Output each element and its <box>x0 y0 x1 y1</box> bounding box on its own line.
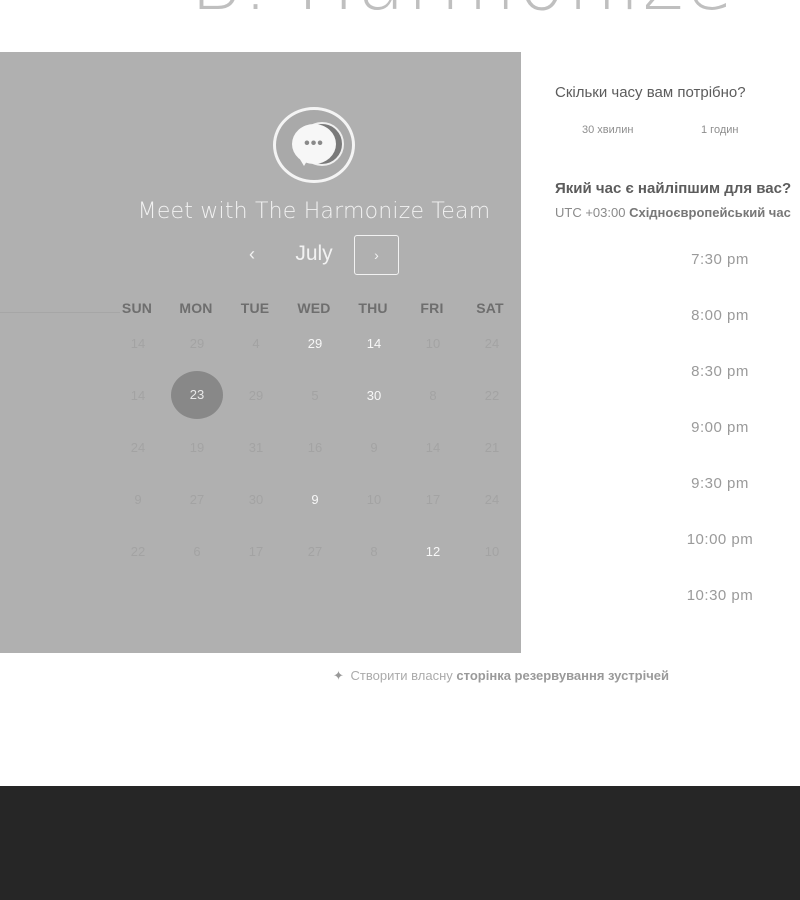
create-booking-page-link[interactable]: ✦ Створити власну сторінка резервування … <box>333 668 669 684</box>
next-month-button[interactable]: › <box>354 235 399 275</box>
day-cell[interactable]: 10 <box>354 488 394 512</box>
time-slot[interactable]: 9:30 pm <box>650 475 790 492</box>
weekday-thu: THU <box>358 300 388 316</box>
day-cell[interactable]: 24 <box>472 332 512 356</box>
day-cell[interactable]: 19 <box>177 436 217 460</box>
day-cell[interactable]: 29 <box>236 384 276 408</box>
day-cell[interactable]: 12 <box>413 540 453 564</box>
time-slot[interactable]: 10:00 pm <box>650 531 790 548</box>
page-footer <box>0 786 800 900</box>
day-cell[interactable]: 9 <box>295 488 335 512</box>
link-prefix: Створити власну <box>350 668 453 683</box>
calendar-title: Meet with The Harmonize Team <box>137 199 491 224</box>
day-cell[interactable]: 30 <box>354 384 394 408</box>
page-banner: B. Harmonize <box>0 0 800 14</box>
day-cell[interactable]: 5 <box>295 384 335 408</box>
time-slot[interactable]: 9:00 pm <box>650 419 790 436</box>
divider <box>0 312 120 313</box>
link-bold: сторінка резервування зустрічей <box>456 668 669 683</box>
timezone-label[interactable]: UTC +03:00 Східноєвропейський час <box>555 205 791 220</box>
day-cell[interactable]: 14 <box>354 332 394 356</box>
weekday-tue: TUE <box>240 300 270 316</box>
day-cell[interactable]: 10 <box>413 332 453 356</box>
leaf-icon: ✦ <box>333 668 344 683</box>
day-cell[interactable]: 22 <box>472 384 512 408</box>
day-cell[interactable]: 4 <box>236 332 276 356</box>
day-cell[interactable]: 27 <box>295 540 335 564</box>
day-cell[interactable]: 31 <box>236 436 276 460</box>
day-cell[interactable]: 17 <box>413 488 453 512</box>
banner-title: B. Harmonize <box>190 0 736 14</box>
day-cell[interactable]: 16 <box>295 436 335 460</box>
time-slot[interactable]: 10:30 pm <box>650 587 790 604</box>
day-cell[interactable]: 14 <box>413 436 453 460</box>
day-cell[interactable]: 22 <box>118 540 158 564</box>
weekday-mon: MON <box>179 300 213 316</box>
day-cell[interactable]: 27 <box>177 488 217 512</box>
day-cell[interactable]: 24 <box>472 488 512 512</box>
day-cell[interactable]: 9 <box>118 488 158 512</box>
day-cell[interactable]: 6 <box>177 540 217 564</box>
month-label: July <box>295 242 333 265</box>
time-slot[interactable]: 8:30 pm <box>650 363 790 380</box>
chat-bubble-icon: ••• <box>273 107 355 183</box>
weekday-sat: SAT <box>476 300 504 316</box>
day-cell[interactable]: 21 <box>472 436 512 460</box>
month-navigation: ‹ July › <box>0 234 628 276</box>
time-slot[interactable]: 7:30 pm <box>650 251 790 268</box>
prev-month-button[interactable]: ‹ <box>241 242 263 266</box>
day-cell[interactable]: 29 <box>295 332 335 356</box>
duration-question: Скільки часу вам потрібно? <box>555 84 746 101</box>
weekday-fri: FRI <box>420 300 444 316</box>
weekday-sun: SUN <box>121 300 153 316</box>
day-cell[interactable]: 14 <box>118 384 158 408</box>
timezone-name: Східноєвропейський час <box>629 205 791 220</box>
day-cell[interactable]: 8 <box>413 384 453 408</box>
time-slot[interactable]: 8:00 pm <box>650 307 790 324</box>
timezone-offset: UTC +03:00 <box>555 205 626 220</box>
duration-option-1h[interactable]: 1 годин <box>701 124 738 136</box>
day-cell[interactable]: 8 <box>354 540 394 564</box>
day-cell[interactable]: 14 <box>118 332 158 356</box>
day-cell[interactable]: 17 <box>236 540 276 564</box>
weekday-wed: WED <box>297 300 331 316</box>
day-cell-selected[interactable]: 23 <box>171 371 223 419</box>
bubble-tail <box>298 156 310 166</box>
day-cell[interactable]: 9 <box>354 436 394 460</box>
time-question: Який час є найліпшим для вас? <box>555 180 792 197</box>
day-cell[interactable]: 24 <box>118 436 158 460</box>
day-cell[interactable]: 29 <box>177 332 217 356</box>
day-cell[interactable]: 30 <box>236 488 276 512</box>
duration-option-30min[interactable]: 30 хвилин <box>582 124 633 136</box>
day-cell[interactable]: 10 <box>472 540 512 564</box>
